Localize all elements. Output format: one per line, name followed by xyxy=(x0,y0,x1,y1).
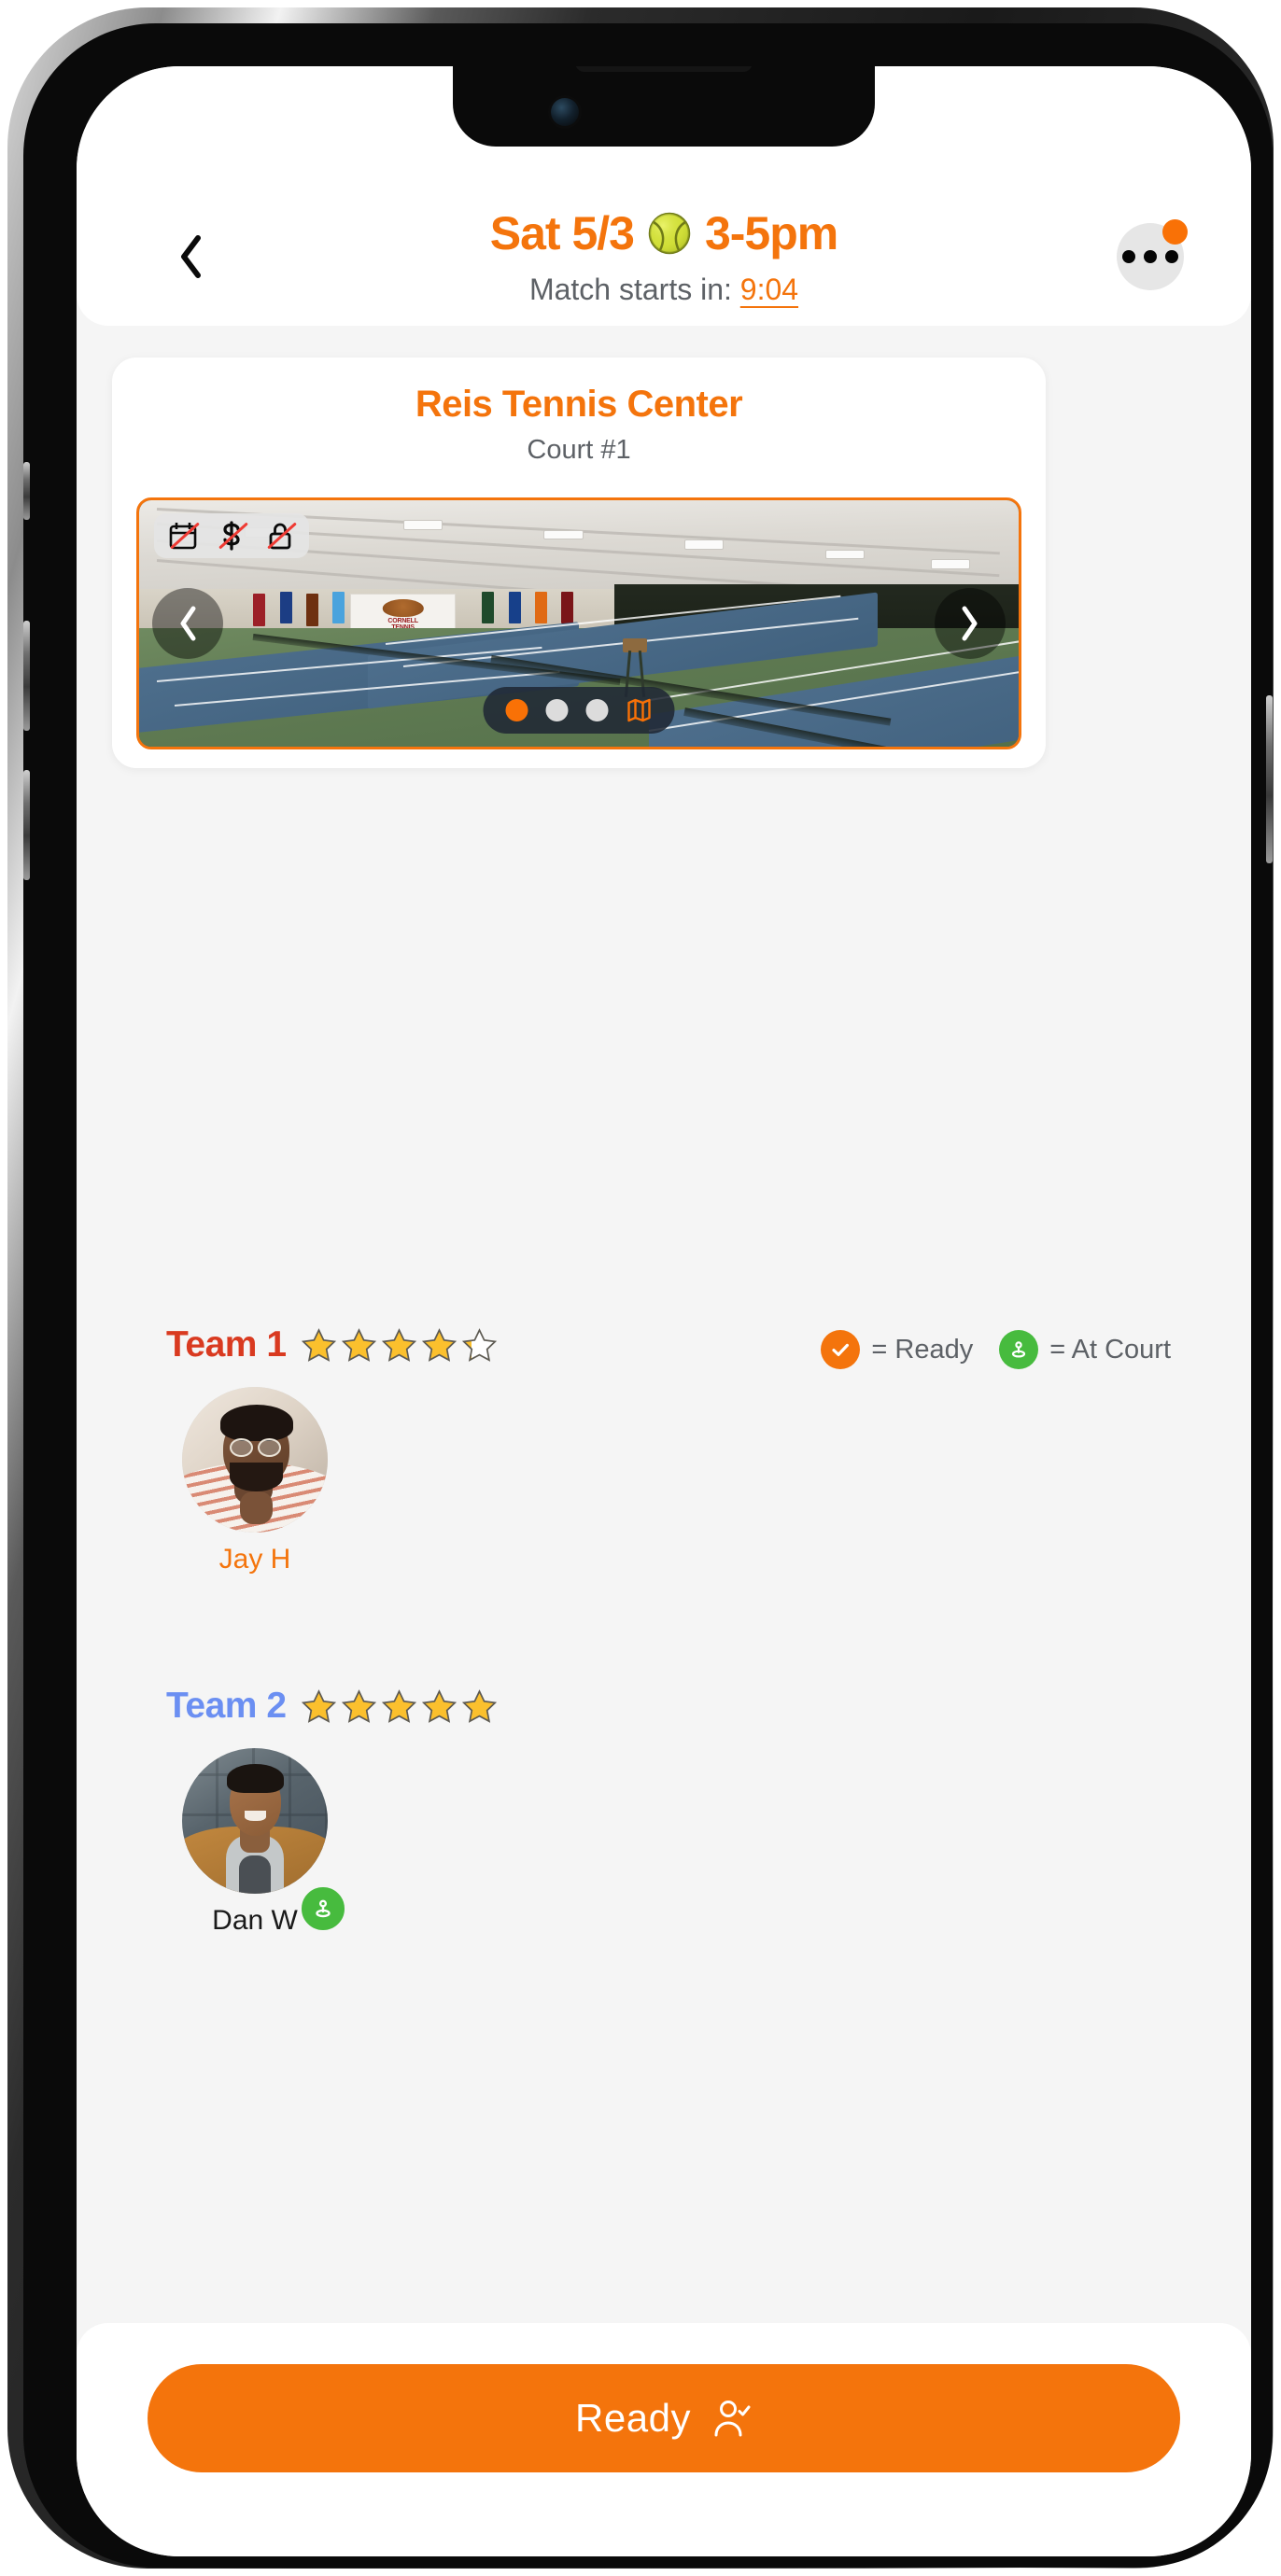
star-full-icon xyxy=(381,1327,416,1362)
avatar xyxy=(182,1748,328,1894)
front-camera xyxy=(551,98,579,126)
court-label: Court #1 xyxy=(527,435,631,465)
team-1-label: Team 1 xyxy=(166,1324,287,1365)
check-circle-icon xyxy=(821,1330,861,1369)
court-attribute-badges xyxy=(154,513,309,558)
ready-button[interactable]: Ready xyxy=(148,2364,1180,2472)
match-time: 3-5pm xyxy=(704,207,838,259)
team-2-header: Team 2 xyxy=(166,1686,499,1727)
venue-card[interactable]: Reis Tennis Center Court #1 CORNELL xyxy=(112,357,1046,768)
notification-badge xyxy=(1162,219,1188,245)
star-full-icon xyxy=(421,1688,457,1723)
cornell-bear-logo xyxy=(382,598,424,618)
star-full-icon xyxy=(421,1327,457,1362)
legend-at-court-label: = At Court xyxy=(1049,1334,1171,1365)
notch xyxy=(453,66,875,147)
legend-at-court: = At Court xyxy=(999,1330,1171,1369)
carousel-dot-3[interactable] xyxy=(585,699,609,721)
carousel-dot-2[interactable] xyxy=(545,699,569,721)
chevron-left-icon xyxy=(180,606,196,641)
silent-switch[interactable] xyxy=(23,462,30,520)
avatar xyxy=(182,1387,328,1533)
title-block: Sat 5/3 3-5pm Match starts in: 9:04 xyxy=(77,206,1251,307)
carousel-next-button[interactable] xyxy=(935,588,1006,659)
legend-ready: = Ready xyxy=(821,1330,973,1369)
calendar-off-icon xyxy=(167,520,200,552)
venue-name: Reis Tennis Center xyxy=(415,384,743,425)
volume-up-button[interactable] xyxy=(23,621,30,731)
star-partial-icon xyxy=(461,1327,497,1362)
star-full-icon xyxy=(301,1327,336,1362)
more-dot xyxy=(1122,250,1135,263)
page-title: Sat 5/3 3-5pm xyxy=(490,206,838,260)
countdown-label: Match starts in: xyxy=(528,273,732,306)
at-court-status-badge xyxy=(299,1884,347,1933)
tennis-ball-icon xyxy=(648,212,691,255)
person-check-icon xyxy=(714,2401,751,2437)
team-2-label: Team 2 xyxy=(166,1686,287,1726)
team-2-row: Team 2 xyxy=(77,1686,1251,1742)
lock-off-icon xyxy=(264,520,297,552)
phone-screen: Sat 5/3 3-5pm Match starts in: 9:04 Reis… xyxy=(77,66,1251,2556)
more-dot xyxy=(1165,250,1178,263)
dollar-off-icon xyxy=(216,520,248,552)
team-1-rating-stars xyxy=(300,1326,499,1365)
map-icon[interactable] xyxy=(626,697,653,723)
star-full-icon xyxy=(341,1327,376,1362)
ready-button-label: Ready xyxy=(575,2396,691,2440)
carousel-indicator xyxy=(483,687,675,734)
power-button[interactable] xyxy=(1266,695,1273,863)
location-pin-icon xyxy=(316,1899,331,1918)
team-1-header: Team 1 xyxy=(166,1324,499,1365)
player-name: Jay H xyxy=(218,1544,291,1575)
earpiece-speaker xyxy=(575,66,753,72)
countdown-value[interactable]: 9:04 xyxy=(740,273,798,306)
volume-down-button[interactable] xyxy=(23,770,30,880)
court-photo[interactable]: CORNELLTENNIS xyxy=(136,497,1021,749)
player-card[interactable]: Dan W xyxy=(166,1748,347,1937)
star-full-icon xyxy=(301,1688,336,1723)
phone-frame: Sat 5/3 3-5pm Match starts in: 9:04 Reis… xyxy=(7,7,1274,2569)
star-full-icon xyxy=(341,1688,376,1723)
match-date: Sat 5/3 xyxy=(489,207,635,259)
team-1-row: Team 1 = Ready = At Court xyxy=(77,1324,1251,1380)
star-full-icon xyxy=(381,1688,416,1723)
legend-ready-label: = Ready xyxy=(871,1334,974,1365)
chevron-right-icon xyxy=(962,606,978,641)
footer-bar: Ready xyxy=(77,2323,1251,2556)
carousel-dot-1[interactable] xyxy=(505,699,528,721)
more-dot xyxy=(1144,250,1157,263)
location-pin-icon xyxy=(999,1330,1039,1369)
star-full-icon xyxy=(461,1688,497,1723)
countdown-row: Match starts in: 9:04 xyxy=(77,273,1251,307)
team-2-rating-stars xyxy=(300,1687,499,1726)
carousel-prev-button[interactable] xyxy=(152,588,223,659)
status-legend: = Ready = At Court xyxy=(821,1330,1171,1369)
phone-body: Sat 5/3 3-5pm Match starts in: 9:04 Reis… xyxy=(23,23,1273,2568)
player-card[interactable]: Jay H xyxy=(166,1387,344,1575)
